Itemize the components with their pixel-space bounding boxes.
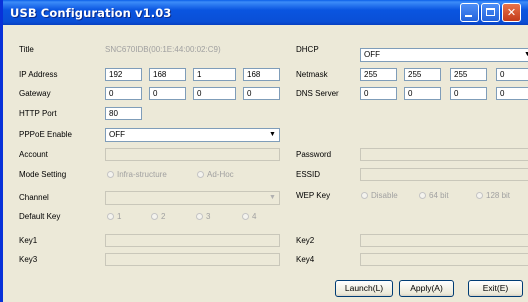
key1-label: Key1 xyxy=(19,236,38,245)
close-button[interactable]: ✕ xyxy=(502,3,521,22)
radio-icon xyxy=(107,171,114,178)
radio-icon xyxy=(107,213,114,220)
radio-key-2-label: 2 xyxy=(161,212,166,221)
radio-adhoc[interactable]: Ad-Hoc xyxy=(197,170,234,179)
gateway-label: Gateway xyxy=(19,89,51,98)
minimize-button[interactable] xyxy=(460,3,479,22)
title-value: SNC670IDB(00:1E:44:00:02:C9) xyxy=(105,45,221,54)
pppoe-select[interactable]: OFF ▼ xyxy=(105,128,280,142)
ip-address-label: IP Address xyxy=(19,70,58,79)
launch-button[interactable]: Launch(L) xyxy=(335,280,393,297)
apply-button[interactable]: Apply(A) xyxy=(399,280,454,297)
default-key-label: Default Key xyxy=(19,212,61,221)
key1-field[interactable] xyxy=(105,234,280,247)
ip-octet-2-field[interactable]: 168 xyxy=(149,68,186,81)
radio-key-4[interactable]: 4 xyxy=(242,212,256,221)
password-label: Password xyxy=(296,150,332,159)
netmask-octet-3-field[interactable]: 255 xyxy=(450,68,487,81)
radio-icon xyxy=(197,171,204,178)
gateway-octet-1-field[interactable]: 0 xyxy=(105,87,142,100)
radio-key-1[interactable]: 1 xyxy=(107,212,121,221)
dns-octet-4-field[interactable]: 0 xyxy=(496,87,528,100)
radio-wep-disable-label: Disable xyxy=(371,191,398,200)
title-bar[interactable]: USB Configuration v1.03 ✕ xyxy=(3,0,528,25)
radio-wep-128-label: 128 bit xyxy=(486,191,511,200)
title-label: Title xyxy=(19,45,34,54)
chevron-down-icon[interactable]: ▼ xyxy=(266,129,279,141)
channel-label: Channel xyxy=(19,193,49,202)
dhcp-select[interactable]: OFF ▼ xyxy=(360,48,528,62)
radio-infrastructure[interactable]: Infra-structure xyxy=(107,170,167,179)
mode-setting-label: Mode Setting xyxy=(19,170,67,179)
radio-key-3[interactable]: 3 xyxy=(196,212,210,221)
ip-octet-3-field[interactable]: 1 xyxy=(193,68,236,81)
netmask-label: Netmask xyxy=(296,70,328,79)
ip-octet-4-field[interactable]: 168 xyxy=(243,68,280,81)
essid-field[interactable] xyxy=(360,168,528,181)
essid-label: ESSID xyxy=(296,170,321,179)
radio-key-2[interactable]: 2 xyxy=(151,212,165,221)
radio-key-1-label: 1 xyxy=(117,212,122,221)
http-port-field[interactable]: 80 xyxy=(105,107,142,120)
radio-wep-128[interactable]: 128 bit xyxy=(476,191,510,200)
radio-adhoc-label: Ad-Hoc xyxy=(207,170,234,179)
pppoe-select-value: OFF xyxy=(109,130,125,139)
account-field[interactable] xyxy=(105,148,280,161)
key4-label: Key4 xyxy=(296,255,315,264)
exit-button[interactable]: Exit(E) xyxy=(468,280,523,297)
key3-field[interactable] xyxy=(105,253,280,266)
channel-select[interactable]: ▼ xyxy=(105,191,280,205)
close-icon: ✕ xyxy=(506,6,517,19)
radio-icon xyxy=(419,192,426,199)
gateway-octet-4-field[interactable]: 0 xyxy=(243,87,280,100)
key3-label: Key3 xyxy=(19,255,38,264)
maximize-icon xyxy=(486,8,495,16)
chevron-down-icon[interactable]: ▼ xyxy=(521,49,528,61)
window: USB Configuration v1.03 ✕ Title SNC670ID… xyxy=(0,0,528,302)
radio-icon xyxy=(196,213,203,220)
radio-key-4-label: 4 xyxy=(252,212,257,221)
minimize-icon xyxy=(465,15,472,17)
key2-field[interactable] xyxy=(360,234,528,247)
dns-octet-3-field[interactable]: 0 xyxy=(450,87,487,100)
radio-wep-disable[interactable]: Disable xyxy=(361,191,398,200)
netmask-octet-4-field[interactable]: 0 xyxy=(496,68,528,81)
dns-octet-1-field[interactable]: 0 xyxy=(360,87,397,100)
pppoe-label: PPPoE Enable xyxy=(19,130,72,139)
key4-field[interactable] xyxy=(360,253,528,266)
radio-icon xyxy=(361,192,368,199)
radio-infrastructure-label: Infra-structure xyxy=(117,170,167,179)
password-field[interactable] xyxy=(360,148,528,161)
window-title: USB Configuration v1.03 xyxy=(10,6,172,20)
radio-wep-64-label: 64 bit xyxy=(429,191,449,200)
gateway-octet-2-field[interactable]: 0 xyxy=(149,87,186,100)
http-port-label: HTTP Port xyxy=(19,109,57,118)
ip-octet-1-field[interactable]: 192 xyxy=(105,68,142,81)
radio-icon xyxy=(476,192,483,199)
dns-server-label: DNS Server xyxy=(296,89,339,98)
radio-wep-64[interactable]: 64 bit xyxy=(419,191,449,200)
dhcp-select-value: OFF xyxy=(364,50,380,59)
account-label: Account xyxy=(19,150,48,159)
key2-label: Key2 xyxy=(296,236,315,245)
dns-octet-2-field[interactable]: 0 xyxy=(404,87,441,100)
netmask-octet-2-field[interactable]: 255 xyxy=(404,68,441,81)
dhcp-label: DHCP xyxy=(296,45,319,54)
gateway-octet-3-field[interactable]: 0 xyxy=(193,87,236,100)
radio-icon xyxy=(151,213,158,220)
wep-key-label: WEP Key xyxy=(296,191,331,200)
radio-icon xyxy=(242,213,249,220)
chevron-down-icon[interactable]: ▼ xyxy=(266,192,279,204)
netmask-octet-1-field[interactable]: 255 xyxy=(360,68,397,81)
maximize-button[interactable] xyxy=(481,3,500,22)
radio-key-3-label: 3 xyxy=(206,212,211,221)
